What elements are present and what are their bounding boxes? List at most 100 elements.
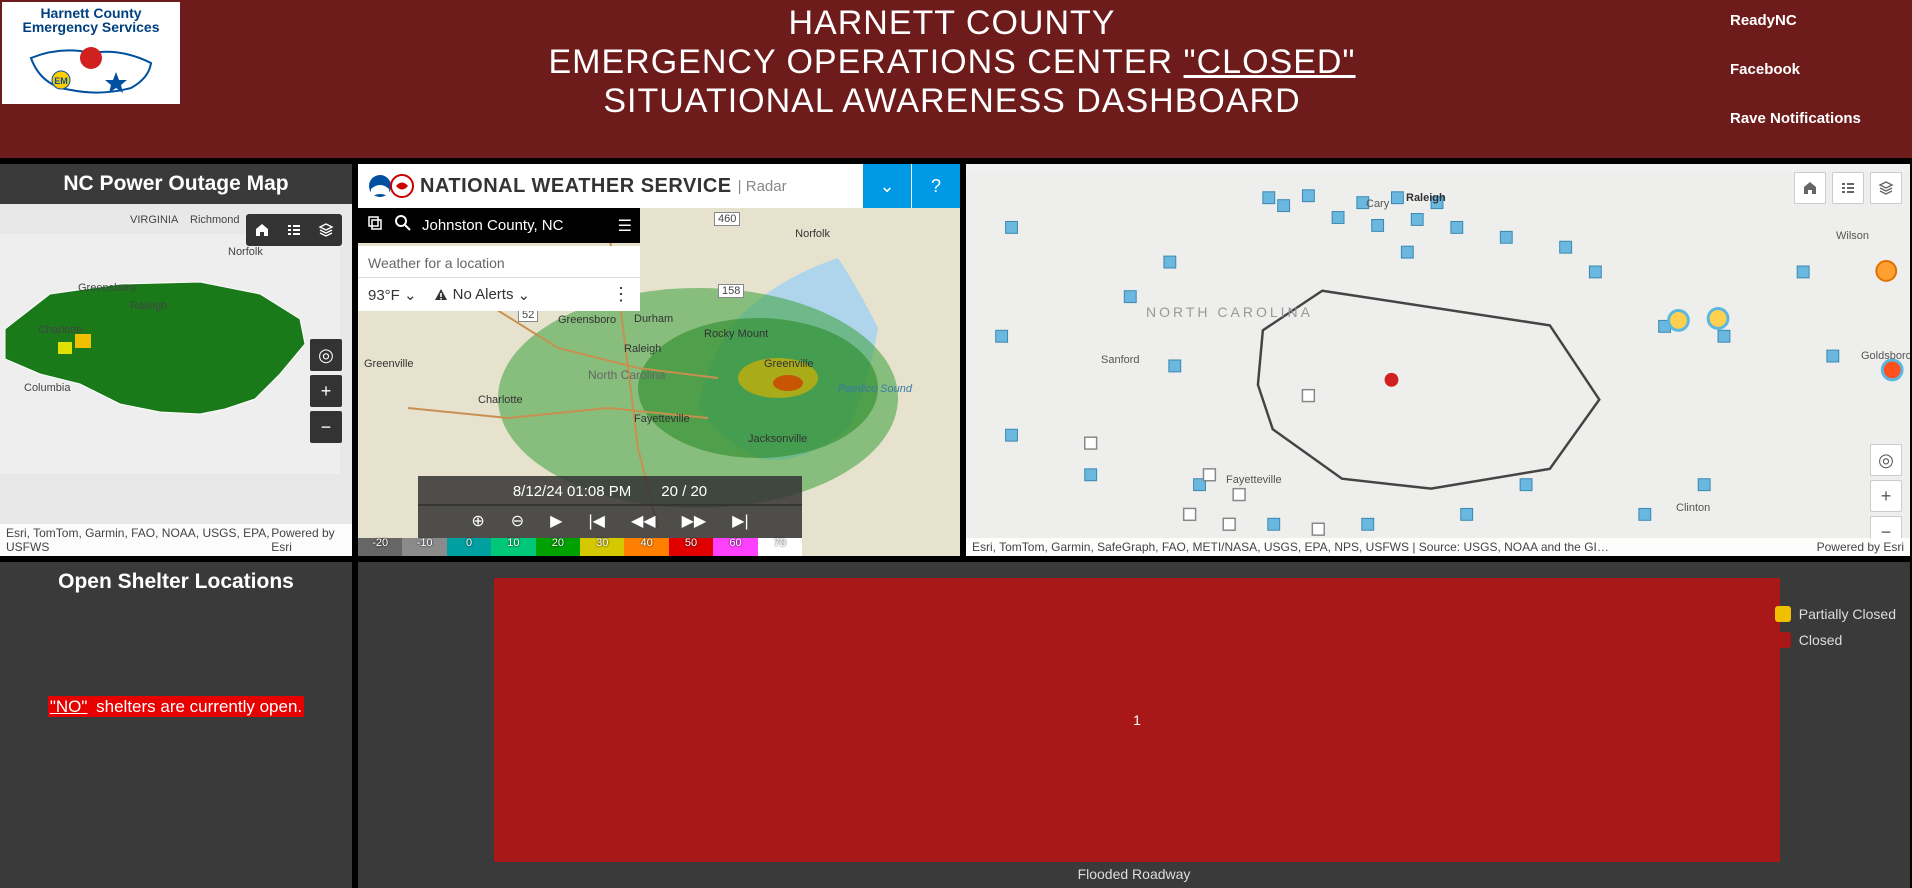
map-label: Charlotte — [478, 394, 523, 406]
scale-segment: 0 — [447, 538, 491, 556]
scale-segment: 30 — [580, 538, 624, 556]
legend-closed[interactable]: Closed — [1775, 632, 1896, 648]
map-label: Cary — [1366, 198, 1389, 210]
scale-segment: -10 — [402, 538, 446, 556]
map-label: Greenville — [764, 358, 814, 370]
more-icon[interactable]: ⋮ — [612, 284, 630, 305]
map-label: Charlotte — [38, 324, 83, 336]
map-label: Richmond — [190, 214, 240, 226]
noaa-nws-logo-icon — [368, 171, 414, 201]
power-outage-map[interactable]: VIRGINIA Richmond Norfolk Greensboro Ral… — [0, 204, 352, 556]
map-label: Durham — [634, 313, 673, 325]
copy-icon[interactable] — [366, 214, 384, 237]
map-zoom-controls: ◎ + − — [1870, 444, 1902, 548]
scale-segment: 10 — [491, 538, 535, 556]
title-line-3: SITUATIONAL AWARENESS DASHBOARD — [182, 82, 1722, 121]
map-zoom-controls: ◎ + − — [310, 339, 342, 443]
search-location-text[interactable]: Johnston County, NC — [422, 217, 608, 234]
legend-button[interactable] — [278, 214, 310, 246]
map-toolbar — [246, 214, 342, 246]
layers-button[interactable] — [310, 214, 342, 246]
shelter-no-badge: "NO" — [48, 696, 90, 717]
alerts-dropdown[interactable]: No Alerts ⌄ — [433, 286, 530, 304]
hamburger-icon[interactable]: ☰ — [618, 216, 632, 236]
nws-title: NATIONAL WEATHER SERVICE — [420, 175, 732, 198]
scale-segment: 20 — [536, 538, 580, 556]
zoom-out-button[interactable]: − — [310, 411, 342, 443]
help-button[interactable]: ? — [912, 164, 960, 208]
map-label: Raleigh — [130, 300, 167, 312]
map-label: Greenville — [364, 358, 414, 370]
map-attribution: Esri, TomTom, Garmin, FAO, NOAA, USGS, E… — [0, 524, 352, 556]
skip-fwd-icon[interactable]: ▶| — [732, 511, 748, 531]
weather-summary-row: 93°F ⌄ No Alerts ⌄ ⋮ — [358, 277, 640, 311]
map-label: Wilson — [1836, 230, 1869, 242]
status-closed: "CLOSED" — [1184, 43, 1356, 81]
map-label: Greensboro — [558, 314, 616, 326]
swatch-icon — [1775, 632, 1791, 648]
zoom-out-icon[interactable]: ⊖ — [511, 511, 524, 531]
dropdown-button[interactable]: ⌄ — [863, 164, 911, 208]
link-readync[interactable]: ReadyNC — [1730, 12, 1904, 29]
nc-outline-icon — [0, 234, 340, 474]
map-label: Norfolk — [228, 246, 263, 258]
map-toolbar — [1794, 172, 1902, 204]
header-links: ReadyNC Facebook Rave Notifications — [1722, 0, 1912, 158]
radar-color-scale: -20-10010203040506070 — [358, 538, 802, 556]
shelter-panel: Open Shelter Locations "NO" shelters are… — [0, 562, 352, 888]
layers-button[interactable] — [1870, 172, 1902, 204]
scale-segment: 50 — [669, 538, 713, 556]
link-rave[interactable]: Rave Notifications — [1730, 110, 1904, 127]
radar-playback-controls: ⊕ ⊖ ▶ |◀ ◀◀ ▶▶ ▶| — [418, 504, 802, 538]
warning-icon — [433, 287, 449, 303]
power-outage-title: NC Power Outage Map — [0, 164, 352, 204]
map-label: Fayetteville — [1226, 474, 1282, 486]
logo-text-1: Harnett County — [6, 6, 176, 20]
route-shield: 158 — [718, 284, 744, 298]
weather-prompt[interactable]: Weather for a location — [358, 246, 640, 280]
bar-closed[interactable]: 1 — [494, 578, 1780, 862]
play-icon[interactable]: ▶ — [550, 511, 562, 531]
nws-header: NATIONAL WEATHER SERVICE | Radar ⌄ ? — [358, 164, 960, 208]
scale-segment: -20 — [358, 538, 402, 556]
temperature-dropdown[interactable]: 93°F ⌄ — [368, 286, 417, 304]
scale-segment: 60 — [713, 538, 757, 556]
scale-segment: 70 — [758, 538, 802, 556]
svg-text:EM: EM — [54, 76, 68, 86]
zoom-in-button[interactable]: + — [310, 375, 342, 407]
header: Harnett County Emergency Services EM HAR… — [0, 0, 1912, 158]
skip-back-icon[interactable]: |◀ — [588, 511, 604, 531]
zoom-in-icon[interactable]: ⊕ — [471, 511, 484, 531]
chart-x-label: Flooded Roadway — [358, 866, 1910, 882]
timeline-time: 8/12/24 01:08 PM — [513, 483, 631, 500]
legend-button[interactable] — [1832, 172, 1864, 204]
map-label: Rocky Mount — [704, 328, 768, 340]
map-label: North Carolina — [588, 368, 665, 382]
title-line-2: EMERGENCY OPERATIONS CENTER "CLOSED" — [182, 43, 1722, 82]
map-label: Columbia — [24, 382, 70, 394]
route-shield: 460 — [714, 212, 740, 226]
link-facebook[interactable]: Facebook — [1730, 61, 1904, 78]
shelter-message: "NO" shelters are currently open. — [0, 697, 352, 717]
map-label: Goldsboro — [1861, 350, 1910, 362]
power-outage-panel: NC Power Outage Map VIRGINIA Richmond No… — [0, 164, 352, 556]
dashboard-title: HARNETT COUNTY EMERGENCY OPERATIONS CENT… — [182, 0, 1722, 158]
home-button[interactable] — [246, 214, 278, 246]
map-label: Raleigh — [624, 343, 661, 355]
legend-partially-closed[interactable]: Partially Closed — [1775, 606, 1896, 622]
chart-legend: Partially Closed Closed — [1775, 606, 1896, 648]
nws-radar-panel: Norfolk Greensboro Durham Raleigh Rocky … — [358, 164, 960, 556]
road-status-chart: 1 Partially Closed Closed Flooded Roadwa… — [358, 562, 1910, 888]
locate-button[interactable]: ◎ — [310, 339, 342, 371]
map-label: Pamlico Sound — [838, 383, 912, 395]
search-icon[interactable] — [394, 214, 412, 237]
agency-logo: Harnett County Emergency Services EM — [2, 2, 180, 104]
zoom-in-button[interactable]: + — [1870, 480, 1902, 512]
forward-icon[interactable]: ▶▶ — [682, 511, 707, 531]
map-label: Norfolk — [795, 228, 830, 240]
map-attribution: Esri, TomTom, Garmin, SafeGraph, FAO, ME… — [966, 538, 1910, 556]
rewind-icon[interactable]: ◀◀ — [631, 511, 656, 531]
locate-button[interactable]: ◎ — [1870, 444, 1902, 476]
map-label: Greensboro — [78, 282, 136, 294]
home-button[interactable] — [1794, 172, 1826, 204]
